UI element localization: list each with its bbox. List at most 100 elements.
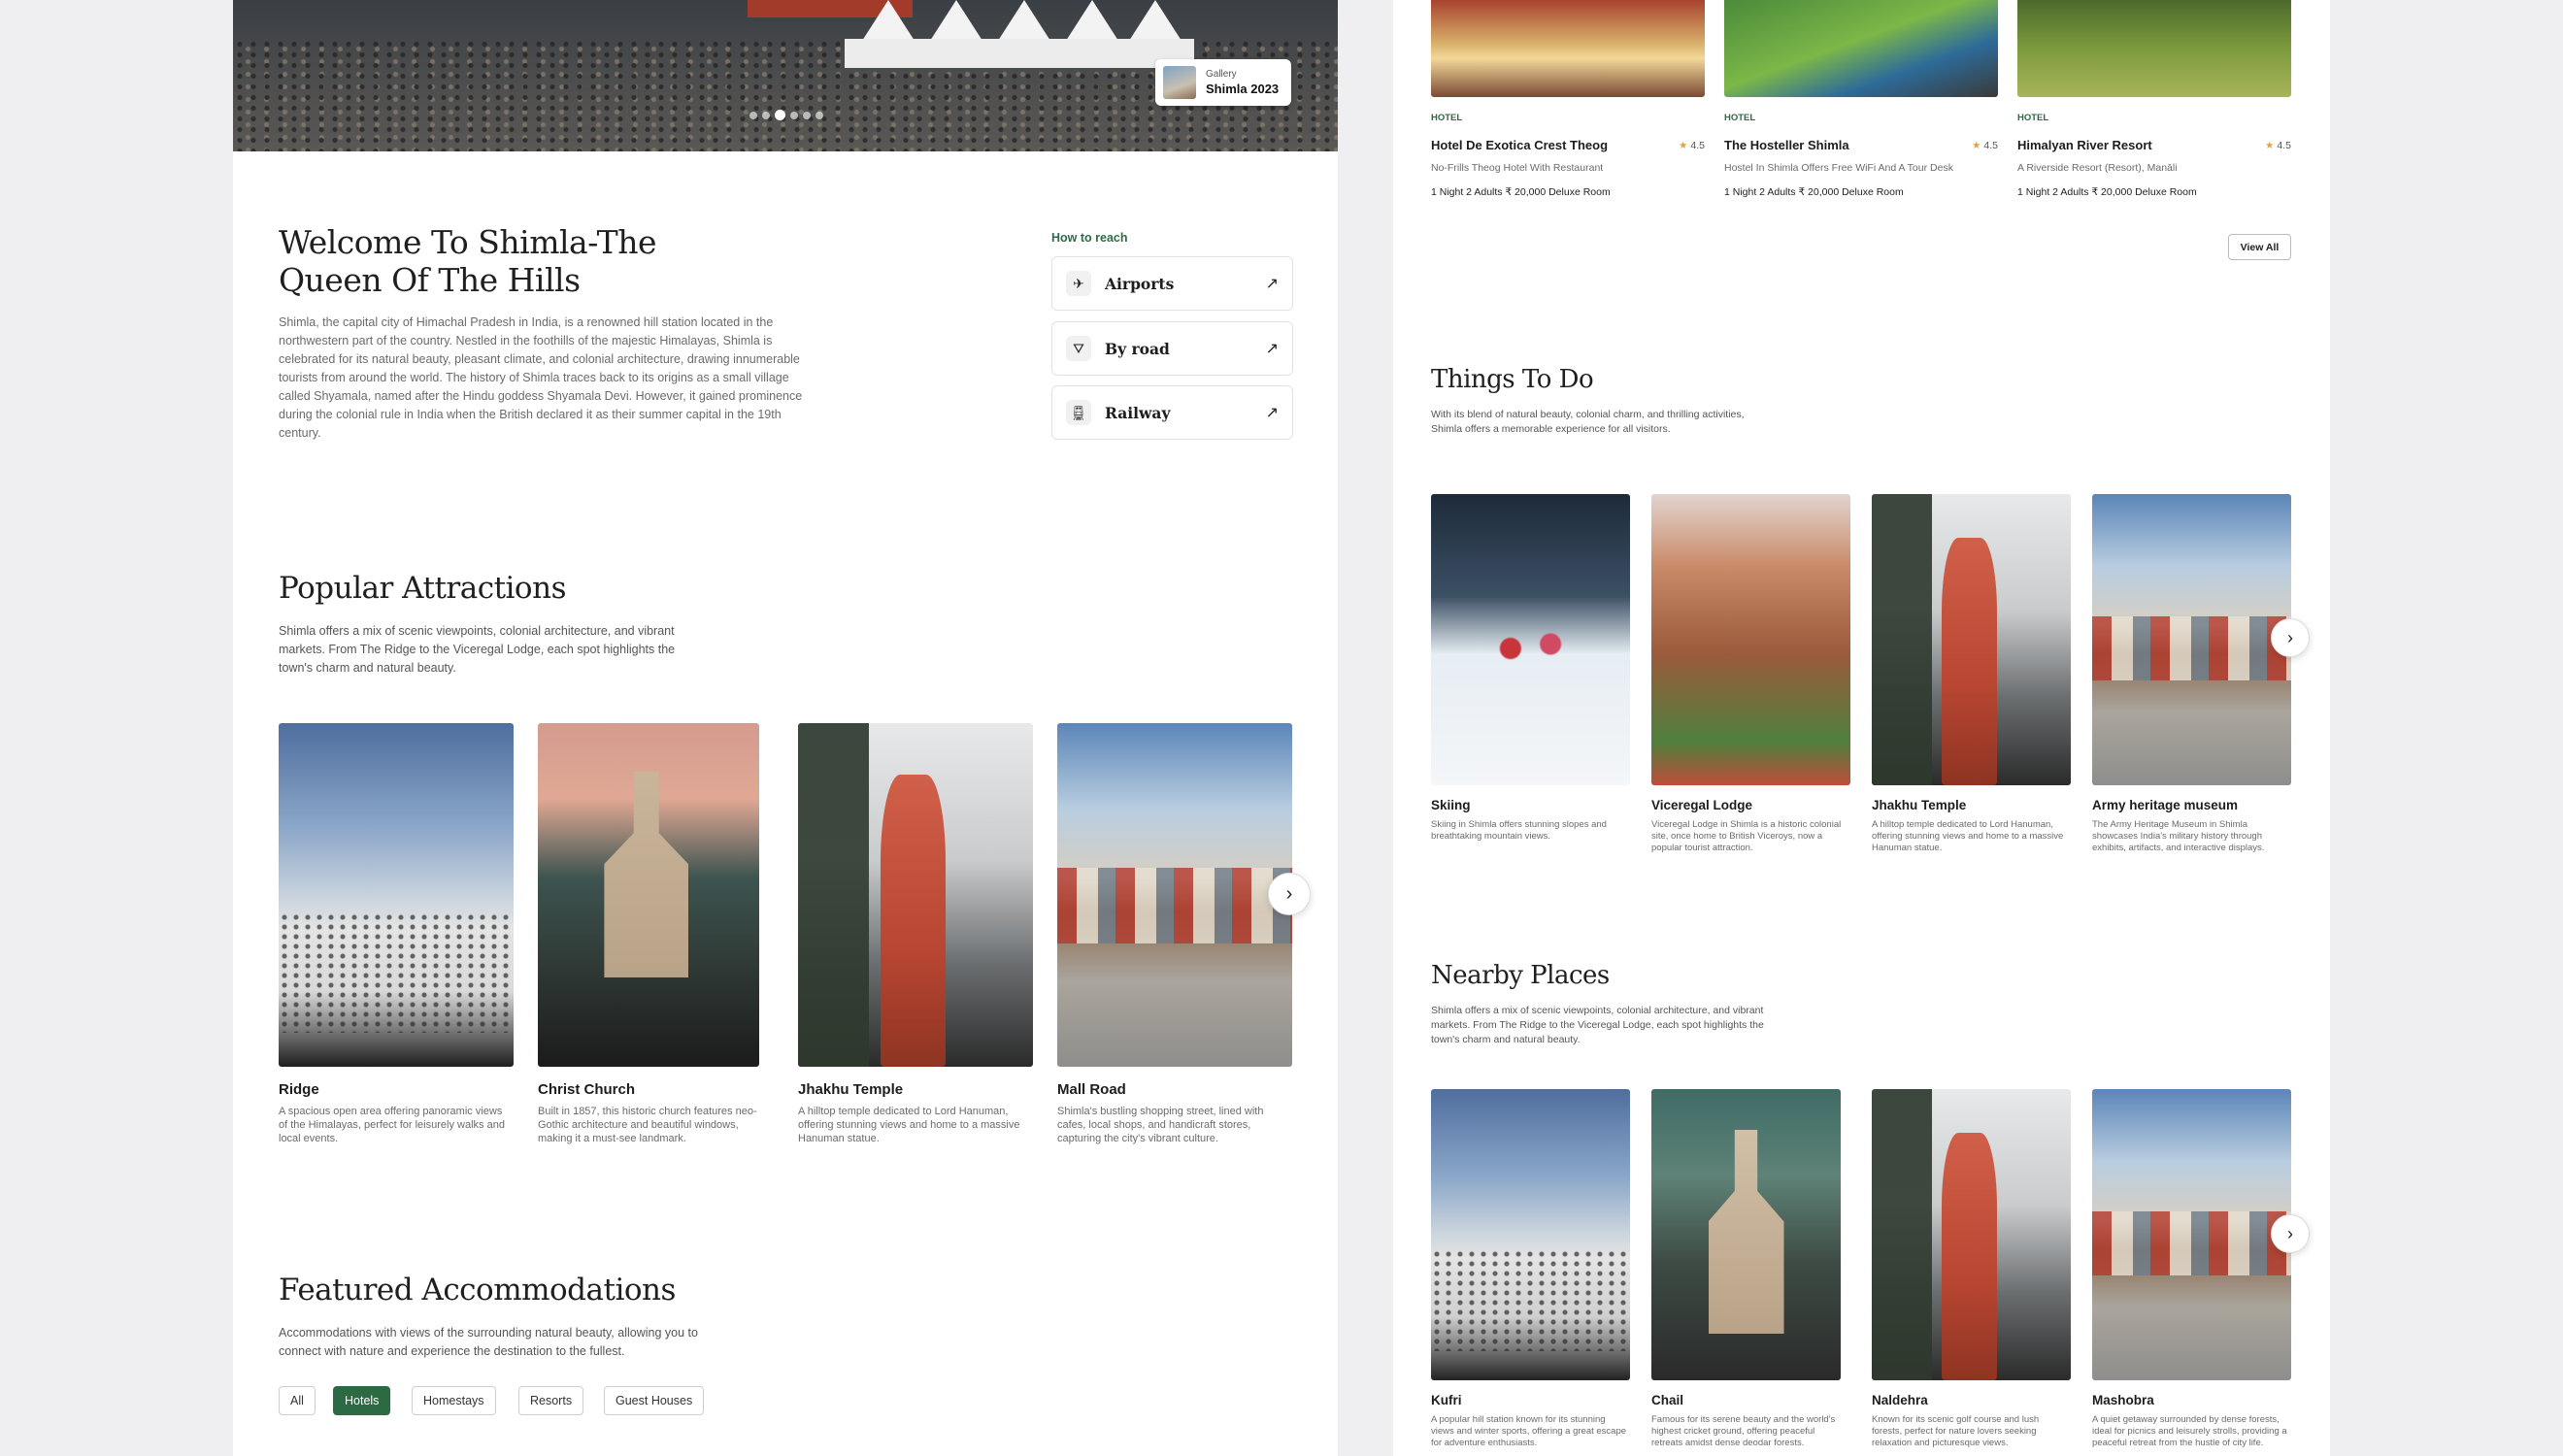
carousel-dot[interactable]	[816, 111, 823, 119]
filter-chip-homestays[interactable]: Homestays	[412, 1386, 496, 1415]
train-icon: 🚆︎	[1066, 400, 1091, 425]
hotel-rating: ★ 4.5	[1679, 140, 1705, 151]
hotel-image	[1724, 0, 1998, 97]
hotel-card[interactable]: HOTEL Himalyan River Resort ★ 4.5 A Rive…	[2017, 0, 2291, 198]
carousel-dot[interactable]	[749, 111, 757, 119]
attraction-image	[538, 723, 759, 1067]
reach-option-by-road[interactable]: ⛛ By road ↗	[1051, 321, 1293, 376]
how-to-reach-label: How to reach	[1051, 231, 1128, 245]
filter-chip-resorts[interactable]: Resorts	[518, 1386, 584, 1415]
hero-carousel[interactable]: Gallery Shimla 2023	[233, 0, 1338, 151]
reach-option-railway[interactable]: 🚆︎ Railway ↗	[1051, 385, 1293, 440]
activity-card-viceregal-lodge[interactable]: Viceregal Lodge Viceregal Lodge in Shiml…	[1651, 494, 1850, 854]
nearby-description: A quiet getaway surrounded by dense fore…	[2092, 1414, 2287, 1448]
activity-name: Viceregal Lodge	[1651, 798, 1753, 812]
hotel-price: 1 Night 2 Adults ₹ 20,000 Deluxe Room	[1431, 186, 1611, 198]
hotel-rating: ★ 4.5	[1972, 140, 1998, 151]
plane-icon: ✈	[1066, 271, 1091, 296]
things-to-do-title: Things To Do	[1431, 365, 1594, 394]
nearby-image	[1872, 1089, 2071, 1380]
next-arrow-button[interactable]: ›	[2271, 618, 2310, 657]
attraction-description: Built in 1857, this historic church feat…	[538, 1106, 757, 1144]
attraction-name: Mall Road	[1057, 1081, 1126, 1098]
hotel-price: 1 Night 2 Adults ₹ 20,000 Deluxe Room	[1724, 186, 1904, 198]
attraction-card-ridge[interactable]: Ridge A spacious open area offering pano…	[279, 723, 514, 1145]
reach-option-airports[interactable]: ✈ Airports ↗	[1051, 256, 1293, 311]
nearby-card-kufri[interactable]: Kufri A popular hill station known for i…	[1431, 1089, 1630, 1449]
things-to-do-description: With its blend of natural beauty, coloni…	[1431, 409, 1745, 435]
attraction-card-christ-church[interactable]: Christ Church Built in 1857, this histor…	[538, 723, 759, 1145]
hotel-name: Hotel De Exotica Crest Theog	[1431, 138, 1609, 152]
nearby-name: Kufri	[1431, 1393, 1462, 1407]
hotel-card[interactable]: HOTEL The Hosteller Shimla ★ 4.5 Hostel …	[1724, 0, 1998, 198]
gallery-chip[interactable]: Gallery Shimla 2023	[1155, 59, 1291, 106]
featured-accommodations-description: Accommodations with views of the surroun…	[279, 1326, 698, 1358]
hotel-rating: ★ 4.5	[2265, 140, 2291, 151]
next-arrow-button[interactable]: ›	[1268, 873, 1311, 915]
nearby-image	[1431, 1089, 1630, 1380]
popular-attractions-description: Shimla offers a mix of scenic viewpoints…	[279, 624, 676, 675]
attraction-image	[279, 723, 514, 1067]
nearby-places-description: Shimla offers a mix of scenic viewpoints…	[1431, 1005, 1764, 1045]
hotel-tag: HOTEL	[1724, 113, 1756, 123]
carousel-dot[interactable]	[790, 111, 798, 119]
gallery-title: Shimla 2023	[1206, 82, 1280, 96]
nearby-card-naldehra[interactable]: Naldehra Known for its scenic golf cours…	[1872, 1089, 2071, 1449]
activity-description: Viceregal Lodge in Shimla is a historic …	[1651, 819, 1842, 853]
chevron-right-icon: ›	[1285, 882, 1293, 905]
nearby-card-mashobra[interactable]: Mashobra A quiet getaway surrounded by d…	[2092, 1089, 2291, 1449]
nearby-name: Chail	[1651, 1393, 1684, 1407]
hotel-card[interactable]: HOTEL Hotel De Exotica Crest Theog ★ 4.5…	[1431, 0, 1705, 198]
reach-option-label: Airports	[1105, 274, 1175, 293]
activity-description: Skiing in Shimla offers stunning slopes …	[1431, 819, 1607, 842]
activity-card-army-heritage-museum[interactable]: Army heritage museum The Army Heritage M…	[2092, 494, 2291, 854]
attraction-description: A spacious open area offering panoramic …	[279, 1106, 505, 1144]
attraction-description: Shimla's bustling shopping street, lined…	[1057, 1106, 1264, 1144]
nearby-image	[2092, 1089, 2291, 1380]
reach-option-label: By road	[1105, 339, 1170, 358]
chevron-right-icon: ›	[2287, 1223, 2293, 1243]
nearby-description: Known for its scenic golf course and lus…	[1872, 1414, 2040, 1448]
carousel-dot[interactable]	[762, 111, 770, 119]
carousel-dot-active[interactable]	[775, 110, 785, 120]
activity-image	[1872, 494, 2071, 785]
nearby-description: A popular hill station known for its stu…	[1431, 1414, 1627, 1448]
arrow-up-right-icon: ↗	[1265, 405, 1279, 421]
nearby-places-title: Nearby Places	[1431, 961, 1610, 990]
nearby-description: Famous for its serene beauty and the wor…	[1651, 1414, 1836, 1448]
hotel-name: Himalyan River Resort	[2017, 138, 2152, 152]
hotel-price: 1 Night 2 Adults ₹ 20,000 Deluxe Room	[2017, 186, 2197, 198]
hotel-subtitle: No-Frills Theog Hotel With Restaurant	[1431, 162, 1604, 174]
reach-option-label: Railway	[1105, 403, 1171, 422]
hotel-tag: HOTEL	[1431, 113, 1463, 123]
attraction-name: Christ Church	[538, 1081, 636, 1098]
star-icon: ★	[1679, 139, 1688, 151]
carousel-dots	[749, 110, 823, 120]
chevron-right-icon: ›	[2287, 627, 2293, 647]
attraction-image	[798, 723, 1033, 1067]
right-page-panel: HOTEL Hotel De Exotica Crest Theog ★ 4.5…	[1393, 0, 2330, 1456]
attraction-card-mall-road[interactable]: Mall Road Shimla's bustling shopping str…	[1057, 723, 1292, 1145]
filter-chip-hotels[interactable]: Hotels	[333, 1386, 391, 1415]
star-icon: ★	[2265, 139, 2275, 151]
hotel-subtitle: A Riverside Resort (Resort), Manāli	[2017, 162, 2178, 174]
attraction-name: Ridge	[279, 1081, 319, 1098]
activity-card-skiing[interactable]: Skiing Skiing in Shimla offers stunning …	[1431, 494, 1630, 843]
hotel-image	[2017, 0, 2291, 97]
nearby-card-chail[interactable]: Chail Famous for its serene beauty and t…	[1651, 1089, 1841, 1449]
nearby-name: Mashobra	[2092, 1393, 2154, 1407]
attraction-card-jhakhu-temple[interactable]: Jhakhu Temple A hilltop temple dedicated…	[798, 723, 1033, 1145]
activity-card-jhakhu-temple[interactable]: Jhakhu Temple A hilltop temple dedicated…	[1872, 494, 2071, 854]
left-page-panel: Gallery Shimla 2023 Welcome To Shimla-Th…	[233, 0, 1338, 1456]
activity-description: The Army Heritage Museum in Shimla showc…	[2092, 819, 2265, 853]
next-arrow-button[interactable]: ›	[2271, 1214, 2310, 1253]
attraction-name: Jhakhu Temple	[798, 1081, 904, 1098]
filter-chip-all[interactable]: All	[279, 1386, 316, 1415]
view-all-button[interactable]: View All	[2228, 234, 2291, 260]
filter-chip-guest-houses[interactable]: Guest Houses	[604, 1386, 705, 1415]
rating-value: 4.5	[2277, 139, 2291, 151]
rating-value: 4.5	[1690, 139, 1705, 151]
nearby-name: Naldehra	[1872, 1393, 1928, 1407]
rating-value: 4.5	[1983, 139, 1998, 151]
carousel-dot[interactable]	[803, 111, 811, 119]
